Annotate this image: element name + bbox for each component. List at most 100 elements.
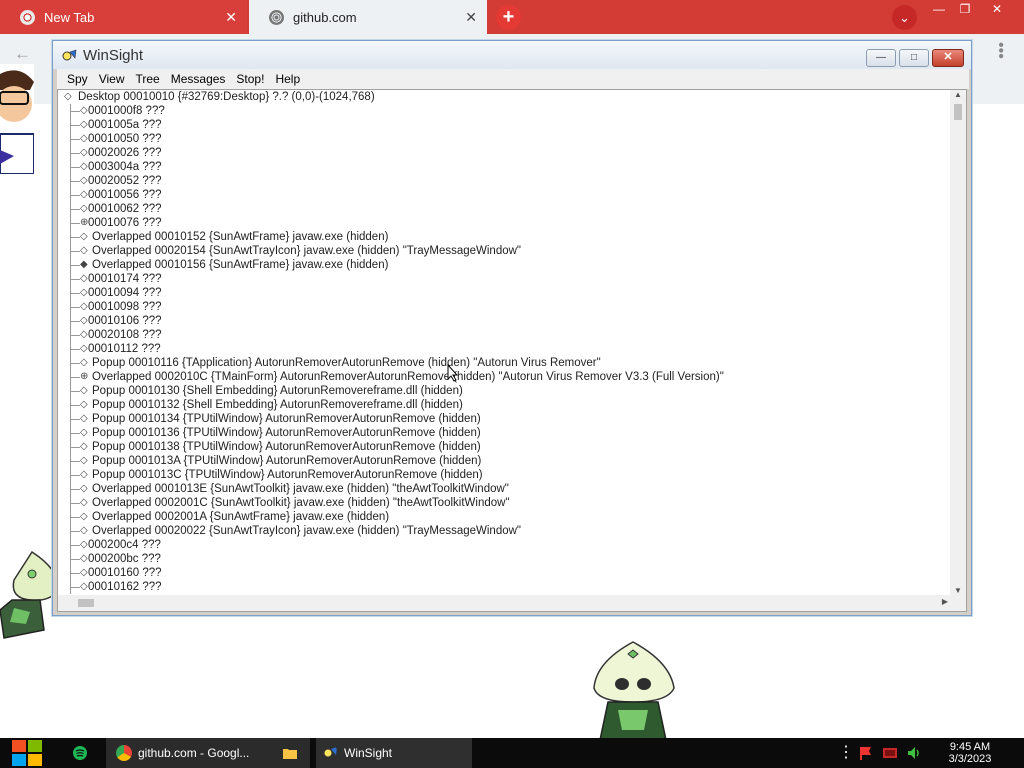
menu-stop[interactable]: Stop! [232, 72, 271, 86]
tree-expander-icon[interactable]: ◇ [64, 91, 72, 103]
tree-row[interactable]: ⊕ 00010076 ??? [58, 216, 952, 230]
tree-expander-icon[interactable]: ◇ [80, 147, 88, 159]
tree-row[interactable]: ◇ 00010112 ??? [58, 342, 952, 356]
tree-row[interactable]: ◇ 00010062 ??? [58, 202, 952, 216]
tree-expander-icon[interactable]: ◇ [80, 469, 88, 481]
tree-row[interactable]: ◇ 00020026 ??? [58, 146, 952, 160]
tree-expander-icon[interactable]: ◇ [80, 427, 88, 439]
menu-view[interactable]: View [95, 72, 132, 86]
tree-expander-icon[interactable]: ◇ [80, 231, 88, 243]
tab-github[interactable]: github.com ✕ [249, 0, 487, 34]
scroll-thumb[interactable] [954, 104, 962, 120]
scroll-right-icon[interactable]: ▶ [942, 597, 948, 606]
tab-new-tab[interactable]: New Tab ✕ [0, 0, 247, 34]
action-center-flag-icon[interactable] [858, 745, 874, 761]
tree-row[interactable]: ◇ Overlapped 0002001A {SunAwtFrame} javaw… [58, 510, 952, 524]
tree-expander-icon[interactable]: ◇ [80, 329, 88, 341]
tree-row[interactable]: ◇ Overlapped 00020154 {SunAwtTrayIcon} ja… [58, 244, 952, 258]
tree-row[interactable]: ◇ 00010160 ??? [58, 566, 952, 580]
folder-icon[interactable] [282, 745, 298, 761]
tree-expander-icon[interactable]: ◇ [80, 301, 88, 313]
tree-expander-icon[interactable]: ◇ [80, 483, 88, 495]
tree-row[interactable]: ◇ Popup 00010136 {TPUtilWindow} AutorunRe… [58, 426, 952, 440]
tree-row[interactable]: ◇ 00010106 ??? [58, 314, 952, 328]
close-window-button[interactable]: ✕ [984, 0, 1010, 18]
tree-expander-icon[interactable]: ◇ [80, 581, 88, 593]
tree-expander-icon[interactable]: ◇ [80, 203, 88, 215]
horizontal-scrollbar[interactable]: ▶ [58, 595, 952, 611]
back-arrow-icon[interactable]: ← [14, 44, 31, 64]
start-windows-icon[interactable] [10, 738, 44, 768]
tree-expander-icon[interactable]: ◇ [80, 119, 88, 131]
tree-expander-icon[interactable]: ◇ [80, 525, 88, 537]
tree-row[interactable]: ◇ 000200c4 ??? [58, 538, 952, 552]
tree-row[interactable]: ◇ 000200bc ??? [58, 552, 952, 566]
tree-row[interactable]: ◇ Overlapped 00010152 {SunAwtFrame} javaw… [58, 230, 952, 244]
tree-expander-icon[interactable]: ◇ [80, 455, 88, 467]
minimize-window-button[interactable]: — [926, 0, 952, 18]
tree-expander-icon[interactable]: ⊕ [80, 371, 88, 383]
tree-row[interactable]: ⊕ Overlapped 0002010C {TMainForm} Autorun… [58, 370, 952, 384]
resize-grip[interactable] [950, 595, 966, 611]
window-titlebar[interactable]: WinSight — □ ✕ [53, 41, 971, 69]
tree-expander-icon[interactable]: ◇ [80, 245, 88, 257]
tree-expander-icon[interactable]: ◆ [80, 259, 88, 271]
tree-expander-icon[interactable]: ◇ [80, 511, 88, 523]
tree-expander-icon[interactable]: ◇ [80, 539, 88, 551]
tree-expander-icon[interactable]: ◇ [80, 399, 88, 411]
taskbar-winsight-app[interactable]: WinSight [316, 738, 472, 768]
tree-expander-icon[interactable]: ◇ [80, 413, 88, 425]
tree-expander-icon[interactable]: ◇ [80, 287, 88, 299]
tree-expander-icon[interactable]: ◇ [80, 553, 88, 565]
tree-row[interactable]: ◇ 00010098 ??? [58, 300, 952, 314]
tree-row[interactable]: ◇ 0003004a ??? [58, 160, 952, 174]
tree-row[interactable]: ◇ Overlapped 0002001C {SunAwtToolkit} jav… [58, 496, 952, 510]
tree-row[interactable]: ◇ 0001000f8 ??? [58, 104, 952, 118]
spotify-icon[interactable] [72, 745, 88, 761]
menu-spy[interactable]: Spy [63, 72, 95, 86]
tree-expander-icon[interactable]: ◇ [80, 315, 88, 327]
maximize-button[interactable]: □ [899, 49, 929, 67]
minimize-button[interactable]: — [866, 49, 896, 67]
scroll-up-icon[interactable]: ▲ [954, 90, 962, 99]
tree-row[interactable]: ◇ 00010050 ??? [58, 132, 952, 146]
window-tree[interactable]: ◇ Desktop 00010010 {#32769:Desktop} ?.? (… [58, 90, 952, 597]
vertical-scrollbar[interactable]: ▲ ▼ [950, 90, 966, 597]
tree-row[interactable]: ◇ Popup 0001013C {TPUtilWindow} AutorunRe… [58, 468, 952, 482]
tree-row[interactable]: ◇ 00010174 ??? [58, 272, 952, 286]
tree-row[interactable]: ◇ Popup 0001013A {TPUtilWindow} AutorunRe… [58, 454, 952, 468]
close-tab-icon[interactable]: ✕ [465, 9, 477, 25]
tree-row[interactable]: ◇ Desktop 00010010 {#32769:Desktop} ?.? (… [58, 90, 952, 104]
speaker-icon[interactable] [906, 745, 922, 761]
tree-row[interactable]: ◆ Overlapped 00010156 {SunAwtFrame} javaw… [58, 258, 952, 272]
close-tab-icon[interactable]: ✕ [225, 9, 237, 25]
tree-expander-icon[interactable]: ◇ [80, 189, 88, 201]
tree-expander-icon[interactable]: ◇ [80, 343, 88, 355]
tree-row[interactable]: ◇ Overlapped 0001013E {SunAwtToolkit} jav… [58, 482, 952, 496]
display-icon[interactable] [882, 745, 898, 761]
tree-expander-icon[interactable]: ◇ [80, 133, 88, 145]
menu-tree[interactable]: Tree [131, 72, 166, 86]
tree-row[interactable]: ◇ Popup 00010132 {Shell Embedding} Autoru… [58, 398, 952, 412]
scroll-thumb[interactable] [78, 599, 94, 607]
tree-expander-icon[interactable]: ◇ [80, 497, 88, 509]
tree-row[interactable]: ◇ 00020108 ??? [58, 328, 952, 342]
tree-row[interactable]: ◇ 0001005a ??? [58, 118, 952, 132]
tray-overflow-icon[interactable]: ⋮ [838, 745, 854, 762]
menu-help[interactable]: Help [271, 72, 307, 86]
scroll-down-icon[interactable]: ▼ [954, 586, 962, 595]
restore-window-button[interactable]: ❐ [952, 0, 978, 18]
taskbar-chrome-app[interactable]: github.com - Googl... [106, 738, 310, 768]
tree-row[interactable]: ◇ Overlapped 00020022 {SunAwtTrayIcon} ja… [58, 524, 952, 538]
more-menu-icon[interactable]: ••• [992, 42, 1009, 59]
chevron-down-icon[interactable]: ⌄ [892, 5, 917, 30]
tree-row[interactable]: ◇ Popup 00010134 {TPUtilWindow} AutorunRe… [58, 412, 952, 426]
clock[interactable]: 9:45 AM 3/3/2023 [938, 741, 1002, 765]
tree-row[interactable]: ◇ 00010056 ??? [58, 188, 952, 202]
tree-expander-icon[interactable]: ◇ [80, 567, 88, 579]
new-tab-button[interactable]: + [496, 5, 521, 30]
menu-messages[interactable]: Messages [167, 72, 233, 86]
tree-expander-icon[interactable]: ◇ [80, 175, 88, 187]
tree-expander-icon[interactable]: ◇ [80, 105, 88, 117]
close-button[interactable]: ✕ [932, 49, 964, 67]
